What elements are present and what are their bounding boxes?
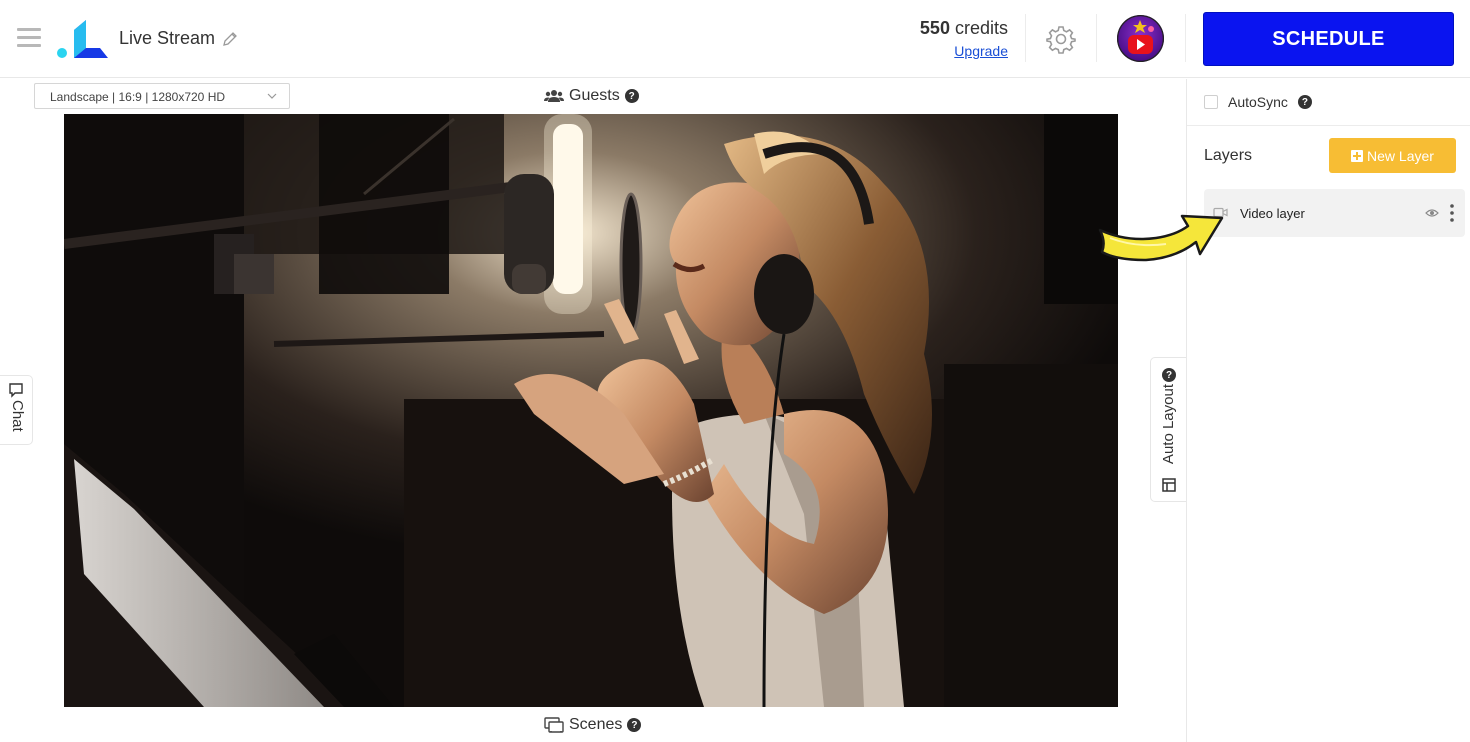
upgrade-link[interactable]: Upgrade [900, 43, 1008, 59]
divider [1185, 14, 1186, 62]
credits-number: 550 [919, 18, 950, 38]
settings-gear-icon[interactable] [1046, 24, 1076, 54]
credits-amount: 550 credits [900, 18, 1008, 39]
resolution-value: Landscape | 16:9 | 1280x720 HD [50, 90, 226, 104]
autosync-label: AutoSync [1228, 94, 1288, 110]
layout-grid-icon [1162, 478, 1176, 492]
scenes-button[interactable]: Scenes ? [536, 711, 650, 739]
help-icon[interactable]: ? [624, 89, 639, 103]
chevron-down-icon [267, 93, 277, 99]
help-icon[interactable]: ? [1162, 368, 1176, 382]
menu-icon[interactable] [17, 28, 41, 48]
stream-title: Live Stream [119, 28, 216, 48]
layer-name: Video layer [1240, 206, 1305, 221]
autosync-toggle[interactable]: AutoSync ? [1204, 94, 1312, 110]
layer-item[interactable]: Video layer [1204, 189, 1465, 237]
chat-label: Chat [9, 400, 26, 432]
auto-layout-label: Auto Layout [1160, 384, 1177, 465]
new-layer-button[interactable]: New Layer [1329, 138, 1456, 173]
chat-tab[interactable]: Chat [0, 375, 33, 445]
app-logo[interactable] [56, 18, 108, 60]
credits-display: 550 credits Upgrade [900, 18, 1008, 59]
youtube-avatar-icon [1117, 15, 1164, 62]
guests-button[interactable]: Guests ? [536, 82, 647, 110]
schedule-button[interactable]: SCHEDULE [1203, 12, 1454, 66]
more-options-icon[interactable] [1449, 203, 1455, 223]
top-bar: Live Stream 550 credits Upgrade SCHEDULE [0, 0, 1470, 78]
eye-icon[interactable] [1425, 207, 1439, 219]
chat-icon [9, 383, 23, 398]
guests-label: Guests [569, 87, 620, 104]
divider [1096, 14, 1097, 62]
autosync-checkbox[interactable] [1204, 95, 1218, 109]
plus-icon [1351, 149, 1364, 162]
help-icon[interactable]: ? [627, 718, 642, 732]
new-layer-label: New Layer [1367, 147, 1434, 164]
scenes-label: Scenes [569, 716, 623, 733]
singer-video-frame [64, 114, 1118, 707]
credits-unit: credits [954, 18, 1008, 38]
video-preview[interactable] [64, 114, 1118, 707]
users-icon [544, 90, 564, 102]
stage-area: Landscape | 16:9 | 1280x720 HD Guests ? [0, 79, 1186, 742]
auto-layout-tab[interactable]: ? Auto Layout [1150, 357, 1186, 502]
layers-heading: Layers [1204, 147, 1253, 164]
annotation-arrow-icon [1098, 214, 1224, 262]
divider [1025, 14, 1026, 62]
scenes-icon [544, 717, 564, 733]
divider [1187, 125, 1470, 126]
resolution-select[interactable]: Landscape | 16:9 | 1280x720 HD [34, 83, 290, 109]
channel-avatar[interactable] [1117, 15, 1164, 62]
help-icon[interactable]: ? [1297, 95, 1312, 109]
layers-sidebar: AutoSync ? Layers New Layer Video layer [1186, 79, 1470, 742]
edit-pencil-icon[interactable] [222, 31, 238, 47]
